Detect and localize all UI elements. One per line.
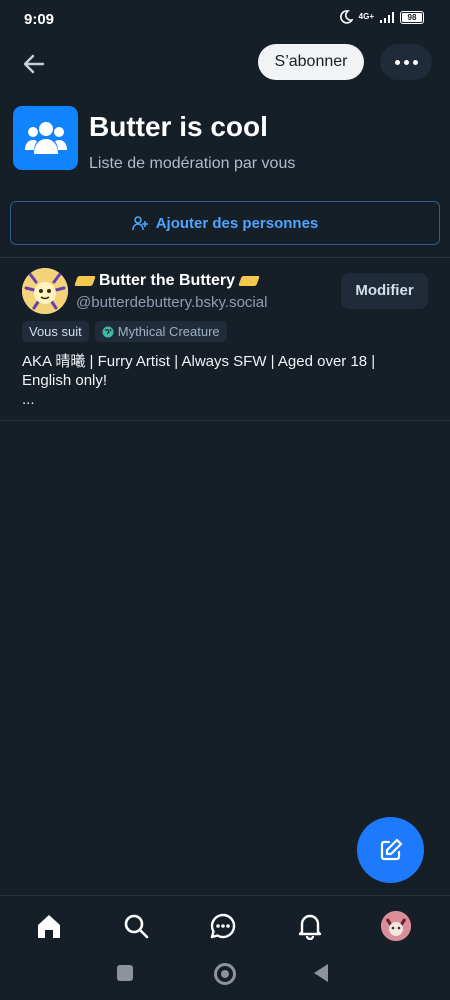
compose-button[interactable] xyxy=(357,817,424,883)
subscribe-button[interactable]: S’abonner xyxy=(258,44,364,80)
back-system-button[interactable] xyxy=(314,964,328,982)
butter-avatar-art xyxy=(22,268,68,314)
more-button[interactable] xyxy=(380,44,432,80)
moon-icon xyxy=(339,10,353,24)
back-arrow-icon[interactable] xyxy=(20,50,48,78)
bell-icon xyxy=(298,914,322,940)
follows-you-badge: Vous suit xyxy=(22,321,89,342)
label-badge[interactable]: Mythical Creature xyxy=(94,321,227,342)
member-handle: @butterdebuttery.bsky.social xyxy=(76,294,268,311)
nav-profile[interactable] xyxy=(380,910,412,942)
list-subtitle: Liste de modération par vous xyxy=(89,155,296,172)
recents-button[interactable] xyxy=(117,965,133,981)
status-bar: 9:09 4G+ 98 xyxy=(0,0,450,40)
add-person-icon xyxy=(131,216,148,231)
member-bio: AKA 晴曦 | Furry Artist | Always SFW | Age… xyxy=(22,353,376,408)
divider xyxy=(0,420,450,421)
add-people-label: Ajouter des personnes xyxy=(155,214,319,232)
home-system-button[interactable] xyxy=(214,963,236,985)
add-people-button[interactable]: Ajouter des personnes xyxy=(10,201,440,245)
status-time: 9:09 xyxy=(24,11,55,28)
profile-avatar xyxy=(381,911,411,941)
bottom-nav xyxy=(0,896,450,954)
profile-avatar-art xyxy=(381,911,411,941)
top-bar: S’abonner xyxy=(0,40,450,88)
member-name: Butter the Buttery xyxy=(99,272,236,289)
users-icon xyxy=(24,122,67,154)
nav-chat[interactable] xyxy=(207,910,239,942)
edit-icon xyxy=(380,838,402,861)
network-type: 4G+ xyxy=(358,12,374,21)
home-icon xyxy=(38,915,60,938)
edit-button[interactable]: Modifier xyxy=(341,273,428,309)
nav-search[interactable] xyxy=(120,910,152,942)
battery-icon: 98 xyxy=(400,10,424,24)
search-icon xyxy=(124,914,149,939)
nav-home[interactable] xyxy=(33,910,65,942)
avatar[interactable] xyxy=(22,268,68,314)
more-icon xyxy=(394,59,400,65)
butter-emoji-icon xyxy=(74,276,96,286)
list-title: Butter is cool xyxy=(89,111,268,142)
status-icons: 4G+ 98 xyxy=(339,10,424,24)
butter-emoji-icon xyxy=(238,276,260,286)
list-avatar xyxy=(13,106,78,170)
label-globe-icon xyxy=(102,326,114,337)
nav-notifications[interactable] xyxy=(294,910,326,942)
chat-icon xyxy=(210,913,236,939)
battery-level: 98 xyxy=(407,12,417,22)
member-name-row: Butter the Buttery xyxy=(74,272,260,290)
badges: Vous suit Mythical Creature xyxy=(22,321,227,342)
list-item[interactable]: Butter the Buttery @butterdebuttery.bsky… xyxy=(0,258,450,420)
signal-icon xyxy=(380,11,394,23)
system-nav-bar xyxy=(0,954,450,1000)
